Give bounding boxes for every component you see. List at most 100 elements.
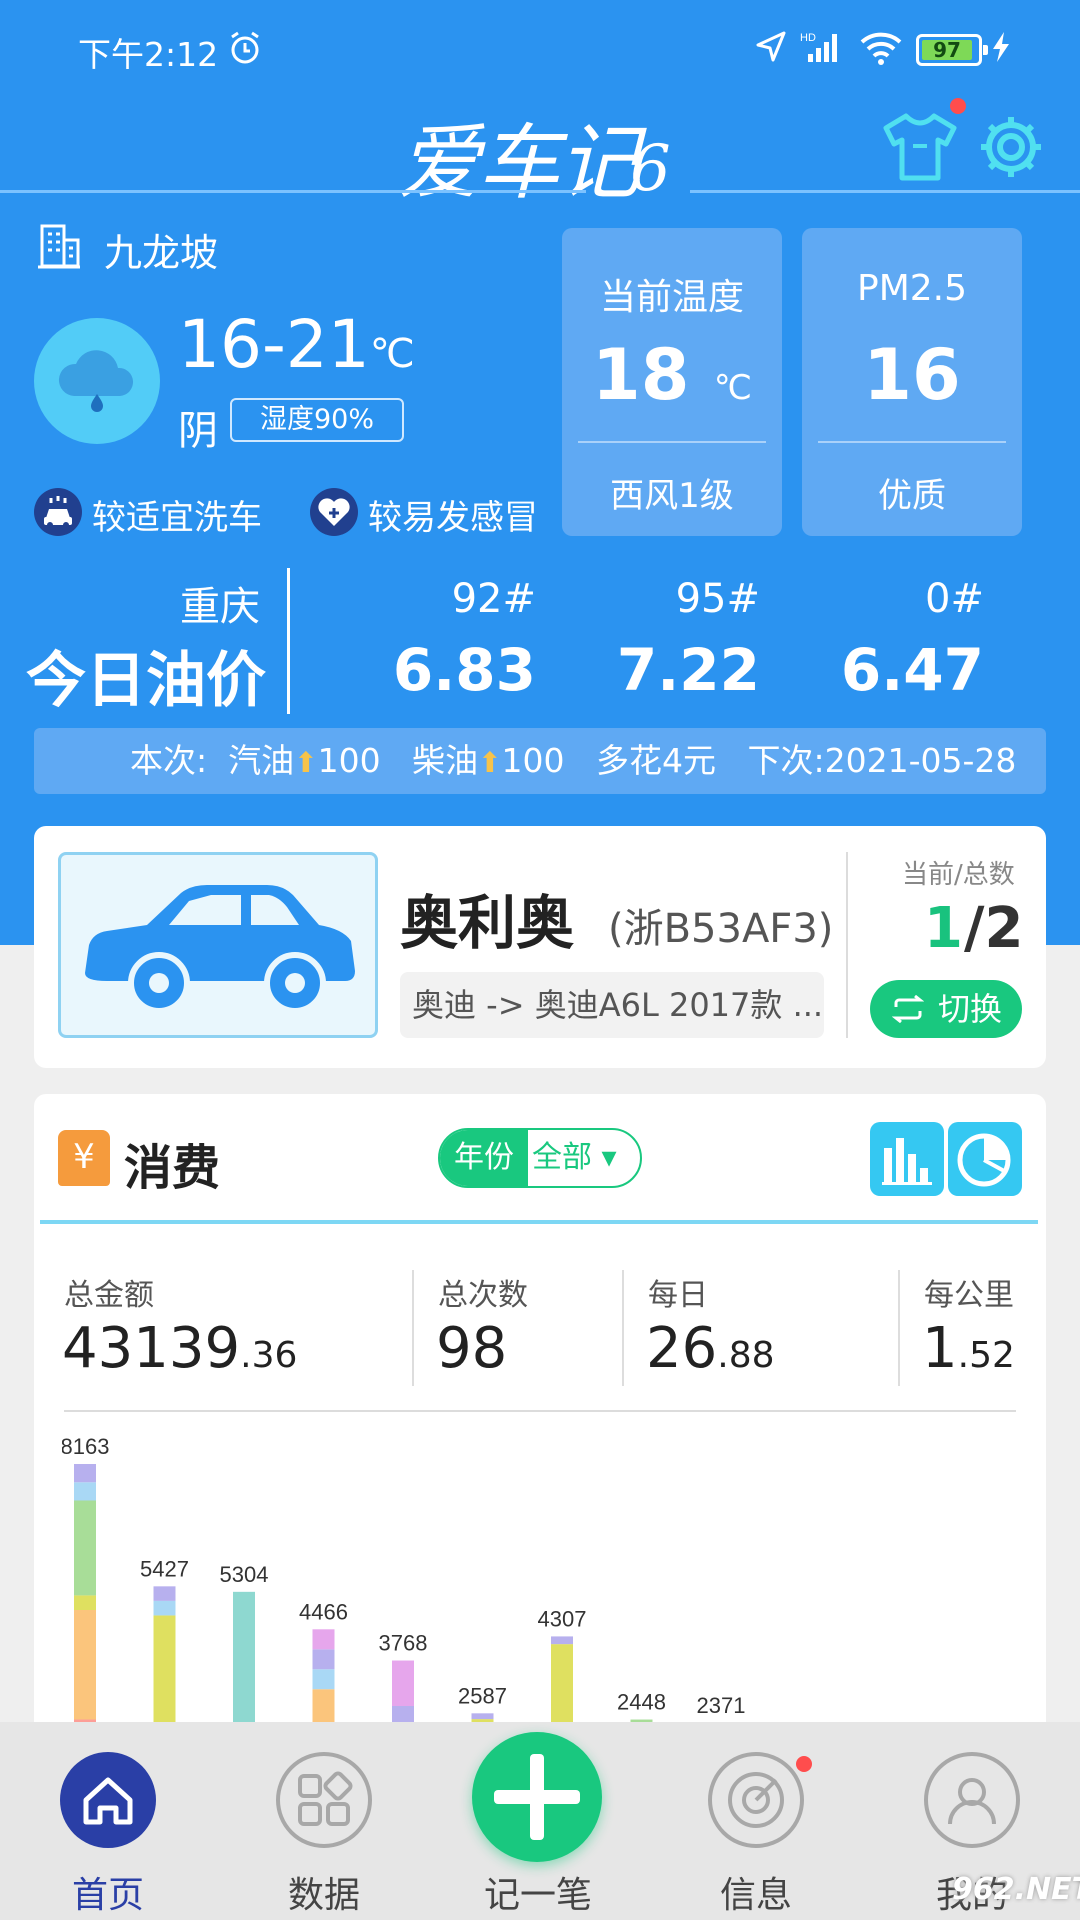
car-image[interactable] [58, 852, 378, 1038]
radar-icon [728, 1772, 784, 1828]
car-icon [85, 885, 355, 1014]
pie-chart-icon [957, 1133, 1011, 1187]
chart-bar-segment[interactable] [392, 1706, 414, 1722]
cloud-rain-icon [58, 350, 134, 412]
status-time: 下午2:12 [78, 35, 219, 74]
consumption-bar-chart[interactable]: 8163542753044466376825874307244823711100… [62, 1414, 1042, 1722]
nav-data-label[interactable]: 数据 [244, 1866, 404, 1918]
notification-dot [950, 98, 966, 114]
car-model[interactable]: 奥迪 -> 奥迪A6L 2017款 ... [400, 972, 824, 1038]
oil-grade-95: 95# 7.22 [580, 576, 760, 704]
current-temp-number: 18 [592, 334, 690, 416]
bar-chart-view-button[interactable] [870, 1122, 944, 1196]
weather-condition: 阴 [178, 408, 218, 454]
switch-car-button[interactable]: 切换 [870, 980, 1022, 1038]
nav-profile-button[interactable] [924, 1752, 1020, 1848]
chart-bar-segment[interactable] [392, 1660, 414, 1707]
stats-divider [64, 1410, 1016, 1412]
chart-data-label: 3768 [379, 1631, 428, 1656]
chart-bar-segment[interactable] [74, 1610, 96, 1720]
nav-add-label[interactable]: 记一笔 [458, 1866, 618, 1918]
chart-data-label: 2448 [617, 1690, 666, 1715]
oil-divider [287, 568, 290, 714]
stat-total-amount-int: 43139 [62, 1316, 241, 1381]
stat-total-amount: 43139.36 [62, 1316, 297, 1381]
oil-grade-label: 95# [675, 576, 760, 622]
air-quality: 优质 [878, 476, 946, 516]
car-current-index: 1 [924, 896, 963, 961]
consumption-title: 消费 [124, 1140, 221, 1196]
info-notification-dot [796, 1756, 812, 1772]
nav-home-label[interactable]: 首页 [28, 1866, 188, 1918]
nav-data-button[interactable] [276, 1752, 372, 1848]
year-filter[interactable]: 年份 全部 ▾ [438, 1128, 642, 1188]
car-wash-tip: 较适宜洗车 [92, 498, 262, 538]
swap-icon [892, 995, 924, 1023]
chart-bar-segment[interactable] [74, 1464, 96, 1483]
stat-daily-label: 每日 [648, 1278, 708, 1313]
pm25-card: PM2.5 16 优质 [802, 228, 1022, 536]
car-plate: (浙B53AF3) [608, 906, 834, 952]
chart-bar-segment[interactable] [153, 1615, 176, 1722]
gasoline-change: 100 [317, 741, 381, 780]
oil-grade-label: 92# [451, 576, 536, 622]
settings-gear-icon[interactable] [976, 112, 1046, 182]
stat-total-count: 98 [436, 1316, 508, 1381]
chart-bar-segment[interactable] [312, 1689, 335, 1722]
car-card-divider [846, 852, 848, 1038]
oil-grade-price: 7.22 [616, 636, 760, 704]
pm25-value: 16 [863, 334, 961, 416]
temperature-unit: ℃ [369, 331, 415, 377]
current-temp-unit: ℃ [713, 368, 752, 408]
nav-info-label[interactable]: 信息 [676, 1866, 836, 1918]
up-arrow-icon: ⬆ [478, 746, 502, 779]
stat-per-km-dec: .52 [957, 1335, 1015, 1376]
battery-icon: 97 [916, 34, 988, 66]
chart-bar-segment[interactable] [312, 1669, 335, 1690]
chart-bar-segment[interactable] [312, 1649, 335, 1670]
stat-total-amount-dec: .36 [240, 1335, 298, 1376]
stat-total-count-label: 总次数 [438, 1278, 528, 1313]
stat-divider [412, 1270, 414, 1386]
grid-icon [298, 1771, 353, 1826]
nav-info-button[interactable] [708, 1752, 804, 1848]
chart-bar-segment[interactable] [312, 1629, 335, 1650]
status-bar: 下午2:12 HD 97 [0, 0, 1080, 96]
charging-icon [993, 32, 1009, 62]
chart-bar-segment[interactable] [233, 1591, 255, 1722]
car-count-label: 当前/总数 [902, 860, 1015, 890]
oil-price-title: 今日油价 [26, 646, 266, 716]
yen-receipt-icon: ¥ [58, 1130, 110, 1186]
pie-chart-view-button[interactable] [948, 1122, 1022, 1196]
oil-grade-price: 6.83 [392, 636, 536, 704]
oil-adjust-bar[interactable]: 本次: 汽油⬆100 柴油⬆100 多花4元 下次:2021-05-28 [34, 728, 1046, 794]
add-record-button[interactable] [472, 1732, 602, 1862]
chart-data-label: 2587 [458, 1683, 507, 1708]
year-filter-label: 年份 [440, 1130, 528, 1186]
car-total-count: /2 [964, 896, 1024, 961]
chart-bar-segment[interactable] [471, 1713, 494, 1720]
stat-daily-dec: .88 [717, 1335, 775, 1376]
home-icon [83, 1777, 133, 1825]
stat-per-km: 1.52 [922, 1316, 1015, 1381]
signal-icon: HD [800, 32, 837, 62]
chart-bar-segment[interactable] [153, 1586, 176, 1601]
chart-bar-segment[interactable] [74, 1482, 96, 1501]
chart-bar-segment[interactable] [74, 1595, 96, 1610]
skin-shirt-icon[interactable] [882, 112, 958, 182]
humidity-badge: 湿度90% [230, 398, 404, 442]
nav-home-button[interactable] [60, 1752, 156, 1848]
chart-bar-segment[interactable] [74, 1500, 96, 1596]
temperature-range-value: 16-21 [178, 306, 370, 383]
current-temp-value: 18 ℃ [562, 334, 782, 416]
battery-level: 97 [933, 38, 961, 62]
header-divider [0, 190, 586, 193]
chart-bar-segment[interactable] [551, 1636, 573, 1645]
chart-bar-segment[interactable] [551, 1644, 573, 1722]
oil-city: 重庆 [180, 584, 260, 630]
chart-data-label: 4466 [299, 1599, 348, 1624]
health-heart-icon [310, 488, 358, 536]
year-filter-dropdown[interactable]: 全部 ▾ [532, 1130, 640, 1186]
location-arrow-icon [756, 31, 786, 62]
chart-bar-segment[interactable] [153, 1600, 176, 1616]
